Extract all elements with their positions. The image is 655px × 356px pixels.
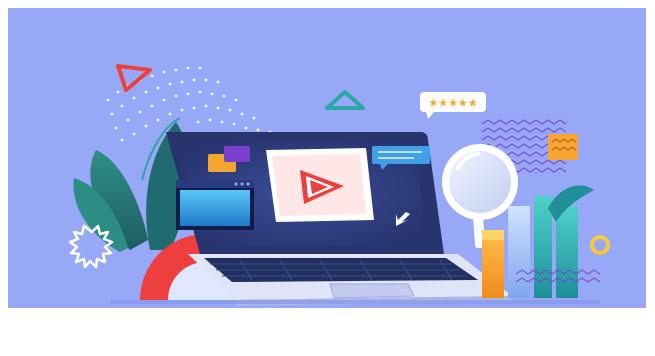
rating-stars: ★★★★★ — [428, 97, 477, 110]
video-marketing-illustration: ★★★★★ — [8, 8, 646, 308]
document-tile — [548, 134, 578, 160]
video-player[interactable] — [266, 148, 374, 222]
trackpad — [329, 283, 415, 299]
ground-line — [110, 300, 600, 304]
browser-window — [176, 180, 254, 230]
illustration-frame: ★★★★★ — [0, 0, 655, 356]
purple-tile — [224, 146, 250, 162]
